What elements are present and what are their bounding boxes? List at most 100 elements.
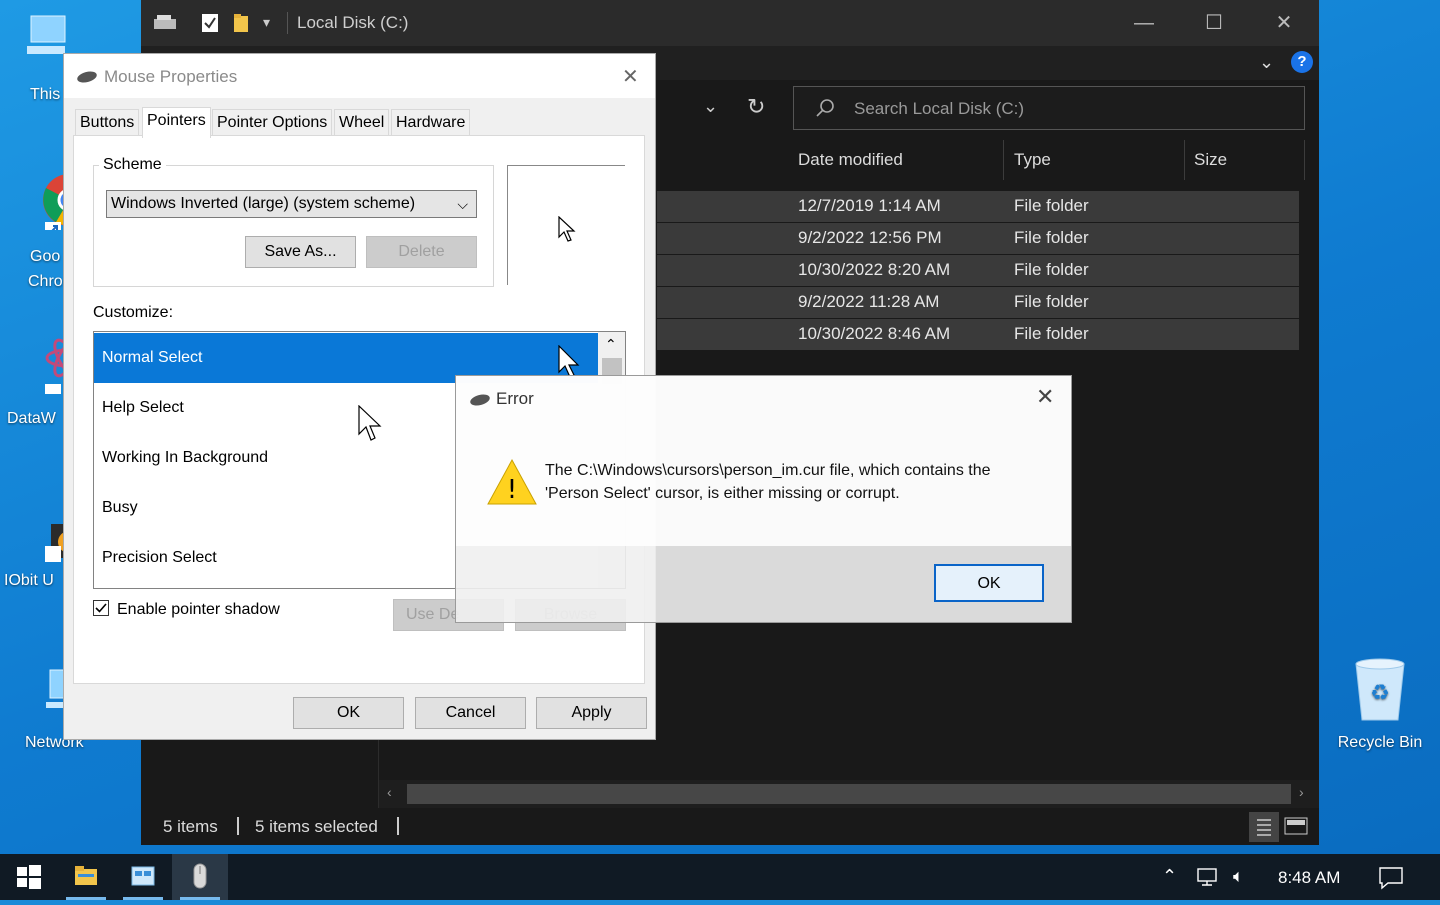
column-header-size[interactable]: Size [1194, 140, 1227, 180]
mouse-icon [193, 863, 207, 889]
status-item-count: 5 items [163, 817, 218, 836]
show-hidden-icons-icon[interactable]: ⌃ [1162, 866, 1177, 887]
column-separator[interactable] [1003, 140, 1004, 180]
search-box[interactable]: Search Local Disk (C:) [793, 86, 1305, 130]
recent-locations-icon[interactable]: ⌄ [703, 96, 718, 117]
date-cell: 12/7/2019 1:14 AM [798, 196, 941, 215]
type-cell: File folder [1014, 324, 1089, 343]
dialog-title: Mouse Properties [104, 67, 238, 86]
start-button[interactable] [0, 854, 56, 900]
column-header-type[interactable]: Type [1014, 140, 1051, 180]
scrollbar-thumb[interactable] [407, 784, 1291, 804]
type-cell: File folder [1014, 260, 1089, 279]
action-center-icon[interactable] [1378, 866, 1404, 895]
help-icon[interactable]: ? [1291, 51, 1313, 73]
folder-icon [75, 866, 97, 885]
chrome-icon [21, 170, 95, 238]
apply-button[interactable]: Apply [536, 697, 647, 729]
table-row[interactable]: 9/2/2022 12:56 PM File folder [657, 223, 1299, 254]
close-icon[interactable]: ✕ [1036, 384, 1054, 410]
maximize-button[interactable]: ☐ [1179, 0, 1249, 46]
minimize-button[interactable]: — [1109, 0, 1179, 46]
save-as-button[interactable]: Save As... [245, 236, 356, 268]
mouse-icon [469, 393, 491, 412]
tab-buttons[interactable]: Buttons [75, 109, 140, 136]
tab-wheel[interactable]: Wheel [334, 109, 390, 136]
table-row[interactable]: 12/7/2019 1:14 AM File folder [657, 191, 1299, 222]
cancel-button[interactable]: Cancel [415, 697, 526, 729]
tab-hardware[interactable]: Hardware [391, 109, 471, 136]
warning-icon: ! [486, 458, 538, 511]
expand-ribbon-icon[interactable]: ⌄ [1259, 52, 1274, 73]
scheme-label: Scheme [99, 156, 166, 174]
column-separator[interactable] [1184, 140, 1185, 180]
scheme-dropdown[interactable]: Windows Inverted (large) (system scheme)… [106, 190, 477, 218]
windows-logo-icon [17, 865, 41, 889]
clock[interactable]: 8:48 AM [1278, 868, 1340, 888]
tab-pointers[interactable]: Pointers [142, 107, 211, 138]
refresh-icon[interactable]: ↻ [747, 94, 765, 120]
arrow-cursor-icon [558, 215, 576, 247]
table-row[interactable]: 10/30/2022 8:46 AM File folder [657, 319, 1299, 350]
desktop-icon-label: Chro [28, 273, 63, 290]
list-item-label: Help Select [102, 399, 184, 416]
control-panel-icon [131, 866, 155, 886]
error-dialog-body [456, 376, 1071, 546]
scroll-left-icon[interactable]: ‹ [387, 784, 392, 800]
status-separator [397, 817, 399, 835]
taskbar-control-panel[interactable] [115, 854, 171, 900]
search-icon [814, 97, 836, 124]
table-row[interactable]: 10/30/2022 8:20 AM File folder [657, 255, 1299, 286]
taskbar: ⌃ 🔈︎ 8:48 AM [0, 854, 1440, 900]
large-icons-view-icon[interactable] [1283, 814, 1309, 843]
error-dialog: Error ✕ ! The C:\Windows\cursors\person_… [455, 375, 1072, 623]
column-separator[interactable] [1304, 140, 1305, 180]
error-title: Error [496, 389, 534, 408]
explorer-titlebar: ▾ Local Disk (C:) — ☐ ✕ [141, 0, 1319, 46]
column-header-date-modified[interactable]: Date modified [798, 140, 903, 180]
taskbar-file-explorer[interactable] [58, 854, 114, 900]
status-bar: 5 items 5 items selected [141, 808, 1319, 845]
new-folder-icon[interactable] [233, 12, 251, 39]
chevron-down-icon: ⌵ [457, 196, 468, 212]
desktop-icon-recycle-bin[interactable]: ♻ Recycle Bin [1335, 656, 1425, 751]
desktop-icon-label: Goo [30, 248, 61, 265]
computer-icon [21, 12, 69, 60]
delete-button[interactable]: Delete [366, 236, 477, 268]
desktop-icon-label: DataW [7, 410, 56, 427]
mouse-icon [76, 70, 98, 89]
ok-button[interactable]: OK [293, 697, 404, 729]
customize-label: Customize: [93, 304, 174, 321]
enable-shadow-label: Enable pointer shadow [117, 601, 280, 618]
scroll-up-icon[interactable]: ⌃ [605, 336, 617, 353]
desktop-icon-label: This [30, 86, 61, 103]
table-row[interactable]: 9/2/2022 11:28 AM File folder [657, 287, 1299, 318]
error-ok-button[interactable]: OK [934, 564, 1044, 602]
tab-pointer-options[interactable]: Pointer Options [212, 109, 333, 136]
scheme-group [93, 165, 494, 287]
date-cell: 10/30/2022 8:46 AM [798, 324, 951, 343]
quick-access-dropdown-icon[interactable]: ▾ [263, 14, 270, 31]
properties-icon[interactable] [201, 12, 219, 39]
drive-icon [153, 13, 177, 38]
atom-icon [21, 334, 89, 400]
status-selected-count: 5 items selected [255, 817, 378, 836]
search-placeholder: Search Local Disk (C:) [854, 99, 1025, 118]
details-view-icon[interactable] [1249, 812, 1279, 842]
title-separator [287, 12, 288, 34]
volume-icon[interactable]: 🔈︎ [1233, 866, 1244, 887]
mouse-properties-titlebar: Mouse Properties ✕ [64, 54, 655, 98]
desktop-icon-label: Recycle Bin [1337, 734, 1423, 751]
taskbar-mouse-properties[interactable] [172, 854, 228, 900]
list-item-label: Normal Select [102, 349, 203, 366]
network-status-icon[interactable] [1196, 867, 1222, 894]
recycle-bin-icon: ♻ [1350, 656, 1410, 726]
close-button[interactable]: ✕ [1249, 0, 1319, 46]
close-icon[interactable]: ✕ [622, 64, 639, 89]
scroll-right-icon[interactable]: › [1299, 784, 1304, 800]
scheme-value: Windows Inverted (large) (system scheme) [111, 195, 416, 212]
horizontal-scrollbar[interactable]: ‹ › [379, 780, 1319, 808]
desktop-icon-label: IObit U [4, 572, 54, 589]
enable-shadow-checkbox[interactable] [93, 600, 109, 616]
error-message-line-1: The C:\Windows\cursors\person_im.cur fil… [545, 462, 991, 479]
